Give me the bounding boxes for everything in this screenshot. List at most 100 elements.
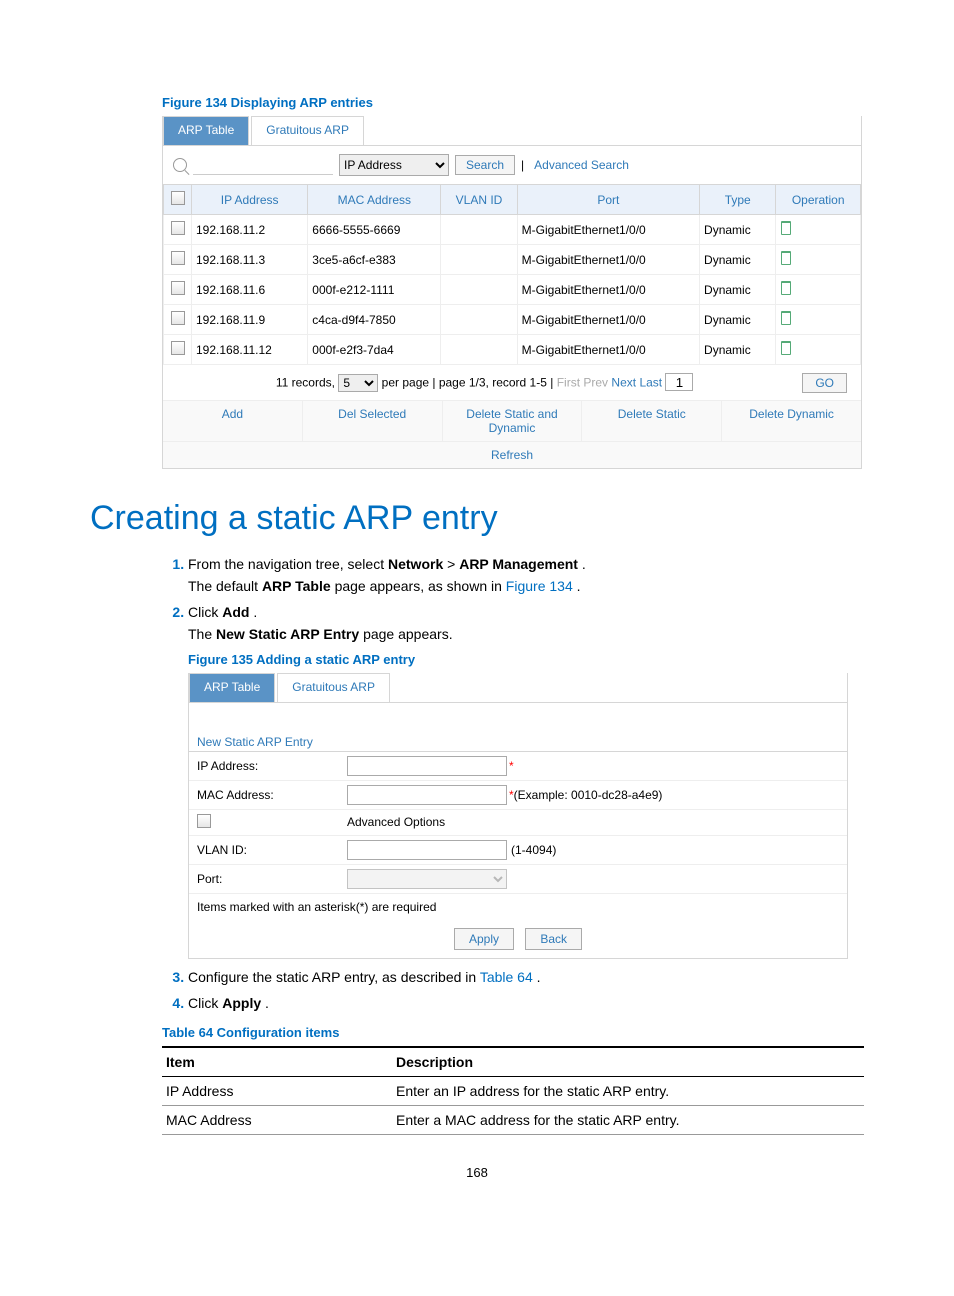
figure-135-caption: Figure 135 Adding a static ARP entry [188, 652, 864, 667]
table-row: 192.168.11.6000f-e212-1111M-GigabitEther… [164, 275, 861, 305]
search-field-select[interactable]: IP Address [339, 154, 449, 176]
cell-type: Dynamic [700, 215, 776, 245]
mac-example: (Example: 0010-dc28-a4e9) [514, 788, 663, 802]
pager-last[interactable]: Last [639, 376, 662, 390]
tab-gratuitous-arp[interactable]: Gratuitous ARP [251, 116, 364, 145]
tab-bar: ARP Table Gratuitous ARP [163, 116, 861, 146]
arp-table-screenshot: ARP Table Gratuitous ARP IP Address Sear… [162, 116, 862, 469]
table-row: 192.168.11.12000f-e2f3-7da4M-GigabitEthe… [164, 335, 861, 365]
table-64-caption: Table 64 Configuration items [162, 1025, 864, 1040]
step1b-mid: page appears, as shown in [335, 578, 506, 594]
step2-end: . [253, 604, 257, 620]
action-bar: Add Del Selected Delete Static and Dynam… [163, 400, 861, 441]
configuration-items-table: Item Description IP AddressEnter an IP a… [162, 1046, 864, 1135]
advanced-search-link[interactable]: Advanced Search [534, 158, 629, 172]
table-64-link[interactable]: Table 64 [480, 969, 533, 985]
cell-mac: c4ca-d9f4-7850 [308, 305, 441, 335]
go-button[interactable]: GO [802, 373, 847, 393]
mac-address-input[interactable] [347, 785, 507, 805]
apply-button[interactable]: Apply [454, 928, 514, 950]
step1b-pre: The default [188, 578, 262, 594]
del-dynamic-button[interactable]: Delete Dynamic [722, 401, 861, 441]
add-arp-screenshot: ARP Table Gratuitous ARP New Static ARP … [188, 673, 848, 959]
ip-address-input[interactable] [347, 756, 507, 776]
cell-type: Dynamic [700, 335, 776, 365]
delete-icon[interactable] [780, 341, 792, 355]
nav-network: Network [388, 556, 443, 572]
row-checkbox[interactable] [171, 341, 185, 355]
del-static-dynamic-button[interactable]: Delete Static and Dynamic [443, 401, 583, 441]
tab-arp-table-2[interactable]: ARP Table [189, 673, 275, 702]
cell-type: Dynamic [700, 245, 776, 275]
page-input[interactable] [665, 373, 693, 391]
cell-ip: 192.168.11.3 [192, 245, 308, 275]
back-button[interactable]: Back [525, 928, 582, 950]
col-ip[interactable]: IP Address [192, 185, 308, 215]
col-vlan[interactable]: VLAN ID [441, 185, 517, 215]
separator: | [521, 158, 524, 172]
row-checkbox[interactable] [171, 281, 185, 295]
delete-icon[interactable] [780, 221, 792, 235]
figure-134-caption: Figure 134 Displaying ARP entries [162, 95, 864, 110]
pager-prev: Prev [583, 376, 608, 390]
col-type[interactable]: Type [700, 185, 776, 215]
tab-gratuitous-arp-2[interactable]: Gratuitous ARP [277, 673, 390, 702]
port-label: Port: [197, 872, 347, 886]
cell-port: M-GigabitEthernet1/0/0 [517, 275, 699, 305]
pager: GO 11 records, 5 per page | page 1/3, re… [163, 365, 861, 400]
step3-pre: Configure the static ARP entry, as descr… [188, 969, 480, 985]
col-operation: Operation [776, 185, 861, 215]
select-all-checkbox[interactable] [171, 191, 185, 205]
step2-pre: Click [188, 604, 222, 620]
col-port[interactable]: Port [517, 185, 699, 215]
step-1: From the navigation tree, select Network… [188, 556, 864, 594]
add-button[interactable]: Add [163, 401, 303, 441]
port-select[interactable] [347, 869, 507, 889]
row-checkbox[interactable] [171, 311, 185, 325]
cell-type: Dynamic [700, 305, 776, 335]
table-row: IP AddressEnter an IP address for the st… [162, 1076, 864, 1105]
figure-134-link[interactable]: Figure 134 [506, 578, 573, 594]
cell-port: M-GigabitEthernet1/0/0 [517, 215, 699, 245]
cell-vlan [441, 215, 517, 245]
cell-type: Dynamic [700, 275, 776, 305]
step4-end: . [265, 995, 269, 1011]
steps-list: From the navigation tree, select Network… [116, 556, 864, 1011]
vlan-id-input[interactable] [347, 840, 507, 860]
cell-mac: 3ce5-a6cf-e383 [308, 245, 441, 275]
search-row: IP Address Search | Advanced Search [163, 146, 861, 184]
ci-desc: Enter a MAC address for the static ARP e… [392, 1105, 864, 1134]
tab-arp-table[interactable]: ARP Table [163, 116, 249, 145]
delete-icon[interactable] [780, 311, 792, 325]
advanced-options-checkbox[interactable] [197, 814, 211, 828]
refresh-button[interactable]: Refresh [163, 441, 861, 468]
col-mac[interactable]: MAC Address [308, 185, 441, 215]
dot: . [582, 556, 586, 572]
delete-icon[interactable] [780, 281, 792, 295]
sep: > [447, 556, 459, 572]
step2b-end: page appears. [363, 626, 453, 642]
cell-mac: 6666-5555-6669 [308, 215, 441, 245]
pager-next[interactable]: Next [611, 376, 636, 390]
cell-ip: 192.168.11.2 [192, 215, 308, 245]
del-static-button[interactable]: Delete Static [582, 401, 722, 441]
nav-arp-management: ARP Management [459, 556, 578, 572]
cell-vlan [441, 245, 517, 275]
cell-port: M-GigabitEthernet1/0/0 [517, 335, 699, 365]
del-selected-button[interactable]: Del Selected [303, 401, 443, 441]
search-input[interactable] [193, 155, 333, 175]
records-text: 11 records, [276, 376, 335, 390]
row-checkbox[interactable] [171, 221, 185, 235]
section-heading: Creating a static ARP entry [90, 499, 864, 538]
cell-vlan [441, 275, 517, 305]
search-button[interactable]: Search [455, 155, 515, 175]
row-checkbox[interactable] [171, 251, 185, 265]
search-icon [173, 158, 187, 172]
per-page-select[interactable]: 5 [338, 374, 378, 392]
table-row: 192.168.11.26666-5555-6669 M-GigabitEther… [164, 215, 861, 245]
cell-mac: 000f-e2f3-7da4 [308, 335, 441, 365]
cell-ip: 192.168.11.6 [192, 275, 308, 305]
table-row: MAC AddressEnter a MAC address for the s… [162, 1105, 864, 1134]
delete-icon[interactable] [780, 251, 792, 265]
pager-first: First [557, 376, 580, 390]
